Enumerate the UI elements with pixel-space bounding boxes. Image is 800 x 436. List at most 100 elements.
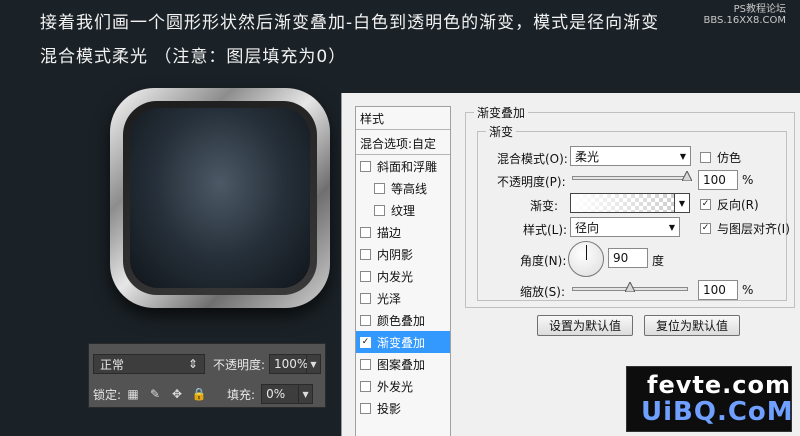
blend-mode-dropdown-value: 柔光 [575, 149, 600, 164]
style-item-label: 内发光 [377, 269, 414, 284]
brushed-dark-face [130, 108, 310, 288]
scale-slider[interactable] [572, 282, 688, 292]
style-item-label: 投影 [377, 401, 402, 416]
watermark-top: PS教程论坛 BBS.16XX8.COM [703, 4, 786, 26]
style-item-contour[interactable]: 等高线 [356, 177, 450, 199]
checkbox[interactable] [360, 358, 371, 370]
watermark-top-line2: BBS.16XX8.COM [703, 15, 786, 26]
opacity-input[interactable]: 100 [698, 170, 738, 190]
scale-input[interactable]: 100 [698, 280, 738, 300]
opacity-label: 不透明度: [212, 357, 266, 372]
style-dropdown-value: 径向 [575, 220, 600, 235]
style-item-label: 描边 [377, 225, 402, 240]
style-list-header[interactable]: 样式 [356, 107, 450, 129]
style-item-texture[interactable]: 纹理 [356, 199, 450, 221]
opacity-dropdown-arrow[interactable]: ▼ [307, 354, 321, 374]
watermark-line2: UiBQ.CoM [641, 397, 794, 427]
angle-unit: 度 [652, 254, 665, 268]
checkbox[interactable] [360, 160, 371, 172]
blend-mode-select[interactable]: 正常 ⇕ [93, 354, 205, 374]
instruction-line-1: 接着我们画一个圆形形状然后渐变叠加-白色到透明色的渐变，模式是径向渐变 [40, 13, 660, 33]
dither-checkbox[interactable]: 仿色 [700, 149, 741, 166]
checkbox[interactable] [360, 226, 371, 238]
blend-mode-label: 混合模式(O): [497, 152, 568, 166]
fill-field[interactable]: 0% [261, 384, 300, 404]
gradient-label: 渐变: [530, 199, 559, 213]
angle-input[interactable]: 90 [608, 248, 648, 268]
icon-artwork [110, 88, 330, 308]
checkbox[interactable] [360, 380, 371, 392]
style-item-label: 光泽 [377, 291, 402, 306]
checkbox[interactable] [360, 314, 371, 326]
style-item-gradient-overlay[interactable]: ✓ 渐变叠加 [356, 331, 450, 353]
checkbox[interactable] [360, 402, 371, 414]
angle-dial-hand [586, 245, 587, 260]
style-list: 样式 混合选项:自定 斜面和浮雕 等高线 纹理 描边 内阴影 内发光 光泽 颜色… [355, 106, 451, 436]
style-item-label: 等高线 [391, 181, 428, 196]
gradient-swatch[interactable] [570, 193, 675, 213]
checkbox[interactable] [360, 248, 371, 260]
gradient-subgroup-title: 渐变 [486, 123, 517, 140]
checkbox-checked[interactable]: ✓ [700, 199, 711, 210]
gradient-overlay-title: 渐变叠加 [474, 104, 529, 121]
chevron-down-icon: ▼ [679, 151, 686, 161]
watermark-logo: fevte.com UiBQ.CoM [626, 366, 794, 432]
style-item-label: 图案叠加 [377, 357, 426, 372]
opacity-field[interactable]: 100% [269, 354, 308, 374]
checkbox-checked[interactable]: ✓ [360, 336, 371, 348]
blend-mode-value: 正常 [100, 357, 125, 372]
updown-arrows-icon: ⇕ [187, 357, 198, 371]
style-item-drop-shadow[interactable]: 投影 [356, 397, 450, 419]
lock-label: 锁定: [93, 387, 122, 402]
style-item-label: 颜色叠加 [377, 313, 426, 328]
blend-mode-dropdown[interactable]: 柔光 ▼ [570, 146, 691, 166]
style-dropdown[interactable]: 径向 ▼ [570, 217, 680, 237]
style-item-label: 纹理 [391, 203, 416, 218]
style-item-color-overlay[interactable]: 颜色叠加 [356, 309, 450, 331]
checkbox[interactable] [374, 204, 385, 216]
watermark-line1: fevte.com [647, 371, 791, 399]
style-item-bevel-emboss[interactable]: 斜面和浮雕 [356, 155, 450, 177]
style-item-pattern-overlay[interactable]: 图案叠加 [356, 353, 450, 375]
make-default-button[interactable]: 设置为默认值 [537, 315, 633, 336]
checkbox-checked[interactable]: ✓ [700, 223, 711, 234]
fill-dropdown-arrow[interactable]: ▼ [299, 384, 314, 404]
opacity-slider-thumb[interactable] [682, 171, 692, 181]
checkbox[interactable] [700, 152, 711, 163]
reverse-label: 反向(R) [717, 198, 759, 212]
scale-label: 缩放(S): [520, 285, 566, 299]
style-item-label: 斜面和浮雕 [377, 159, 438, 174]
scale-unit: % [742, 283, 754, 297]
checkbox[interactable] [374, 182, 385, 194]
watermark-top-line1: PS教程论坛 [733, 4, 786, 15]
transparency-lock-icon[interactable]: ▦ [125, 386, 141, 402]
chevron-down-icon: ▼ [668, 222, 675, 232]
style-item-inner-glow[interactable]: 内发光 [356, 265, 450, 287]
reset-default-button[interactable]: 复位为默认值 [644, 315, 740, 336]
style-item-stroke[interactable]: 描边 [356, 221, 450, 243]
blend-options-item[interactable]: 混合选项:自定 [356, 132, 450, 154]
style-item-label: 渐变叠加 [377, 335, 426, 350]
align-layer-label: 与图层对齐(I) [717, 222, 790, 236]
align-layer-checkbox[interactable]: ✓ 与图层对齐(I) [700, 220, 790, 237]
gradient-picker-arrow[interactable]: ▼ [674, 193, 690, 213]
angle-dial[interactable] [568, 241, 604, 277]
style-item-satin[interactable]: 光泽 [356, 287, 450, 309]
dither-label: 仿色 [717, 151, 742, 165]
instruction-line-2: 混合模式柔光 （注意：图层填充为0） [40, 47, 347, 67]
opacity-label-dialog: 不透明度(P): [497, 175, 566, 189]
checkbox[interactable] [360, 270, 371, 282]
style-item-inner-shadow[interactable]: 内阴影 [356, 243, 450, 265]
layers-panel: 正常 ⇕ 不透明度: 100% ▼ 锁定: ▦ ✎ ✥ 🔒 填充: 0% ▼ [88, 343, 326, 408]
padlock-icon[interactable]: 🔒 [191, 386, 207, 402]
style-item-outer-glow[interactable]: 外发光 [356, 375, 450, 397]
scale-slider-thumb[interactable] [625, 282, 635, 292]
checkbox[interactable] [360, 292, 371, 304]
reverse-checkbox[interactable]: ✓ 反向(R) [700, 196, 759, 213]
angle-label: 角度(N): [520, 254, 567, 268]
style-item-label: 内阴影 [377, 247, 414, 262]
move-lock-icon[interactable]: ✥ [169, 386, 185, 402]
fill-label: 填充: [227, 387, 256, 402]
opacity-slider[interactable] [572, 171, 692, 181]
brush-lock-icon[interactable]: ✎ [147, 386, 163, 402]
